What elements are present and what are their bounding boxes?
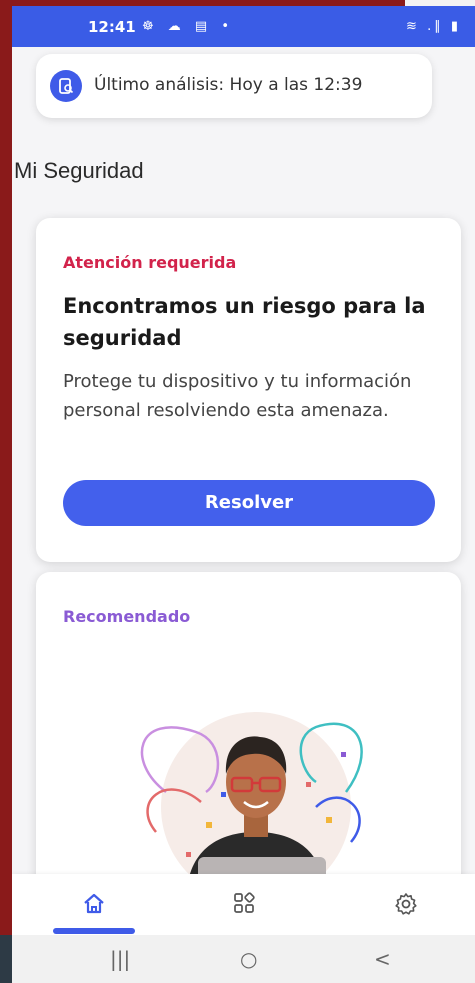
back-button[interactable]: < <box>374 947 391 971</box>
last-scan-banner[interactable]: Último análisis: Hoy a las 12:39 <box>36 54 432 118</box>
backdrop-left <box>0 0 12 983</box>
phone-scan-icon <box>50 70 82 102</box>
bottom-navigation <box>12 874 475 940</box>
alert-title: Encontramos un riesgo para la seguridad <box>63 294 426 350</box>
resolve-button[interactable]: Resolver <box>63 480 435 526</box>
active-tab-indicator <box>53 928 135 934</box>
home-button[interactable]: ○ <box>240 947 257 971</box>
security-alert-card: Atención requerida Encontramos un riesgo… <box>36 218 461 562</box>
page-title: Mi Seguridad <box>14 158 144 183</box>
recents-button[interactable]: ||| <box>110 947 130 971</box>
apps-icon[interactable] <box>224 892 264 922</box>
recommended-label: Recomendado <box>63 607 191 626</box>
status-time: 12:41 <box>88 18 136 36</box>
last-scan-text: Último análisis: Hoy a las 12:39 <box>94 75 363 95</box>
home-icon[interactable] <box>74 892 114 922</box>
alert-label: Atención requerida <box>63 253 237 272</box>
system-navigation-bar: ||| ○ < <box>12 935 475 983</box>
phone-screen: 12:41 ☸ ☁ ▤ • ≋ .∥ ▮ Último análisis: Ho… <box>12 6 475 983</box>
alert-description: Protege tu dispositivo y tu información … <box>63 371 412 421</box>
gear-icon[interactable] <box>386 892 426 922</box>
status-bar: 12:41 ☸ ☁ ▤ • ≋ .∥ ▮ <box>12 6 475 47</box>
backdrop-bottom-left <box>0 935 12 983</box>
system-status-icons: ≋ .∥ ▮ <box>406 19 461 34</box>
notification-icons: ☸ ☁ ▤ • <box>142 19 235 34</box>
